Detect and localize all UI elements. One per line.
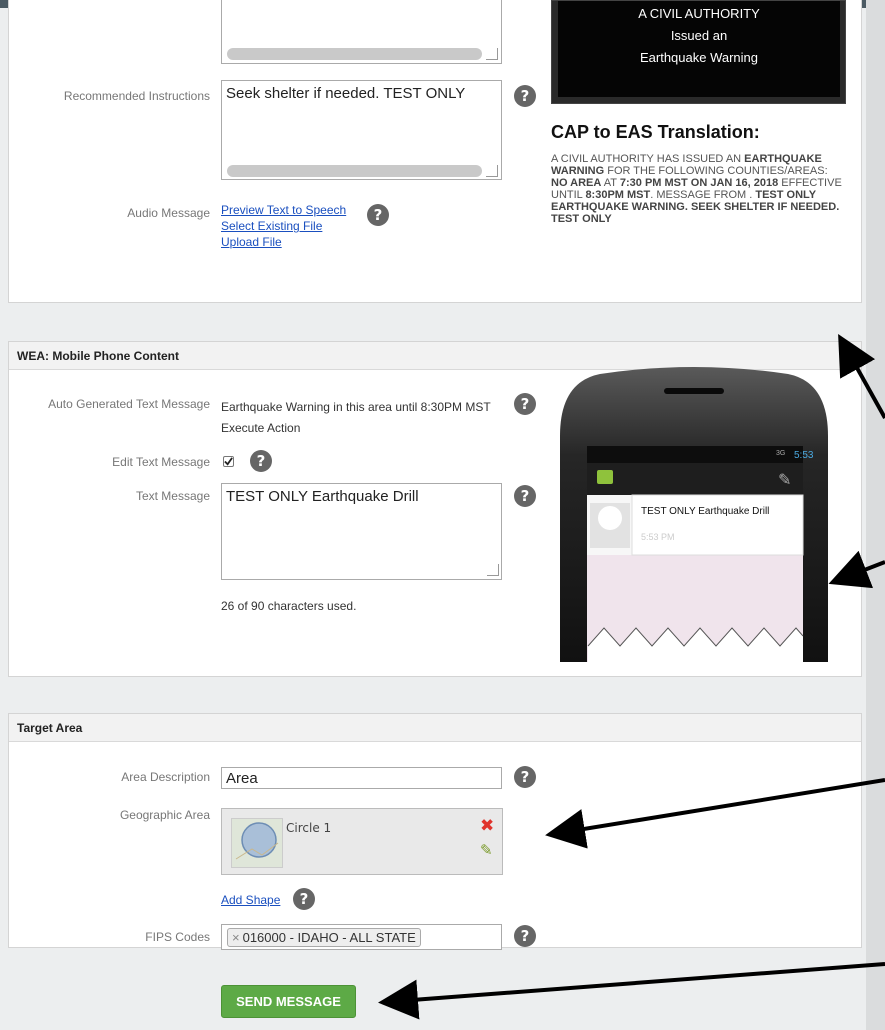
recommended-instructions-label: Recommended Instructions: [63, 89, 210, 103]
target-area-title: Target Area: [9, 714, 861, 742]
tv-line-2: Issued an: [670, 28, 728, 43]
edit-text-help-icon[interactable]: ?: [250, 450, 272, 472]
shape-name: Circle 1: [286, 821, 332, 835]
edit-text-label: Edit Text Message: [112, 455, 210, 469]
preview-tts-link[interactable]: Preview Text to Speech: [221, 202, 346, 218]
cap-text-bold: 8:30PM MST: [585, 189, 651, 201]
edit-text-checkbox[interactable]: [223, 456, 234, 467]
audio-help-icon[interactable]: ?: [367, 204, 389, 226]
phone-message-time: 5:53 PM: [641, 532, 675, 542]
arrow-icon: [378, 962, 885, 1020]
geographic-area-box: Circle 1 ✖ ✎: [221, 808, 503, 875]
send-message-button[interactable]: SEND MESSAGE: [221, 985, 356, 1018]
cap-eas-title: CAP to EAS Translation:: [551, 122, 760, 142]
phone-attach-icon: ✎: [778, 470, 792, 489]
audio-message-label: Audio Message: [127, 206, 210, 220]
fips-codes-input[interactable]: × 016000 - IDAHO - ALL STATE: [221, 924, 502, 950]
phone-network: 3G: [776, 450, 786, 457]
cap-text-part: . Message from .: [650, 189, 756, 201]
cap-text-part: AT: [601, 177, 620, 189]
add-shape-help-icon[interactable]: ?: [293, 888, 315, 910]
select-existing-file-link[interactable]: Select Existing File: [221, 218, 346, 234]
tv-line-3: Earthquake Warning: [639, 50, 759, 65]
text-message-label: Text Message: [135, 489, 210, 503]
auto-text-line-2: Execute Action: [221, 421, 301, 435]
fips-tag-remove-icon[interactable]: ×: [232, 930, 240, 945]
area-description-help-icon[interactable]: ?: [514, 766, 536, 788]
phone-preview: 5:53 3G ✎ TEST ONLY Earthquake Drill 5:5…: [560, 366, 828, 662]
auto-text-help-icon[interactable]: ?: [514, 393, 536, 415]
tv-preview: A CIVIL AUTHORITY Issued an Earthquake W…: [551, 0, 846, 104]
edit-shape-icon[interactable]: ✎: [480, 841, 493, 859]
cap-text-bold: 7:30 PM MST ON JAN 16, 2018: [619, 177, 779, 189]
fips-codes-label: FIPS Codes: [145, 930, 210, 944]
char-count: 26 of 90 characters used.: [221, 599, 357, 613]
text-message-textarea[interactable]: TEST ONLY Earthquake Drill: [221, 483, 502, 580]
fips-help-icon[interactable]: ?: [514, 925, 536, 947]
cap-eas-text: A CIVIL AUTHORITY HAS ISSUED AN EARTHQUA…: [551, 153, 846, 225]
add-shape-link[interactable]: Add Shape: [221, 892, 280, 908]
area-description-label: Area Description: [121, 770, 210, 784]
fips-tag: × 016000 - IDAHO - ALL STATE: [227, 928, 421, 947]
geographic-area-label: Geographic Area: [119, 808, 210, 822]
previous-textarea-scrollbar[interactable]: [227, 48, 482, 60]
audio-links: Preview Text to Speech Select Existing F…: [221, 202, 346, 250]
recommended-textarea-scrollbar[interactable]: [227, 165, 482, 177]
phone-time: 5:53: [794, 450, 814, 461]
recommended-help-icon[interactable]: ?: [514, 85, 536, 107]
auto-generated-text: Earthquake Warning in this area until 8:…: [221, 397, 491, 439]
cap-text-part: FOR THE FOLLOWING COUNTIES/AREAS:: [604, 165, 828, 177]
text-message-help-icon[interactable]: ?: [514, 485, 536, 507]
auto-text-line-1: Earthquake Warning in this area until 8:…: [221, 400, 491, 414]
auto-generated-label: Auto Generated Text Message: [48, 397, 210, 411]
phone-message-text: TEST ONLY Earthquake Drill: [641, 506, 770, 517]
delete-shape-icon[interactable]: ✖: [480, 816, 494, 836]
recommended-textarea-resize-handle[interactable]: [486, 165, 498, 177]
tv-line-1: A CIVIL AUTHORITY: [638, 6, 760, 21]
cap-text-part: A CIVIL AUTHORITY HAS ISSUED AN: [551, 153, 745, 165]
area-description-input[interactable]: Area: [221, 767, 502, 789]
page-right-strip: [866, 0, 885, 1030]
tv-screen: A CIVIL AUTHORITY Issued an Earthquake W…: [558, 1, 840, 97]
fips-tag-label: 016000 - IDAHO - ALL STATE: [242, 930, 416, 945]
map-thumbnail: [231, 818, 283, 868]
upload-file-link[interactable]: Upload File: [221, 234, 346, 250]
cap-text-bold: NO AREA: [551, 177, 602, 189]
text-message-resize-handle[interactable]: [487, 564, 499, 576]
previous-textarea-resize-handle[interactable]: [486, 48, 498, 60]
